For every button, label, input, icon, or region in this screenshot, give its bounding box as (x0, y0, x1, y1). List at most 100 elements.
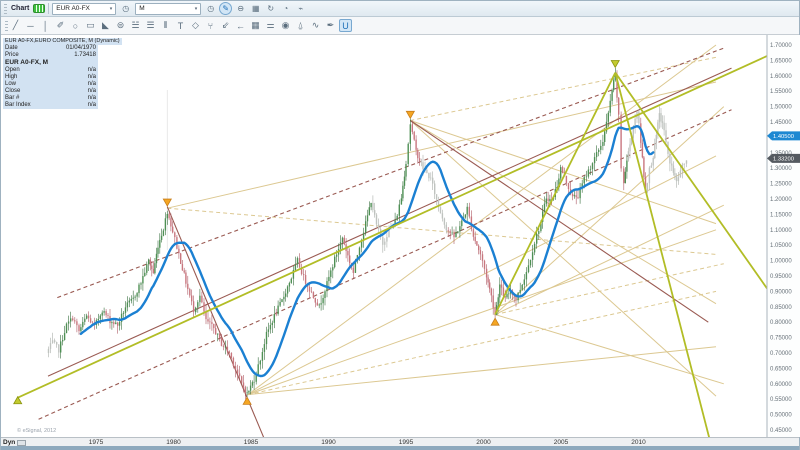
toolbar-drag-handle[interactable] (5, 21, 8, 31)
dyn-label: Dyn (3, 439, 15, 446)
wave-tool-icon[interactable]: ∿ (309, 19, 322, 32)
brush-tool-icon[interactable]: ◣ (99, 19, 112, 32)
panel-row: Date01/04/1970 (3, 45, 98, 52)
panel-row-label: Bar # (5, 95, 19, 102)
rect-tool-icon[interactable]: ▭ (84, 19, 97, 32)
chevron-down-icon: ▾ (110, 6, 113, 12)
drawing-toolbar: ╱─│✐○▭◣⊜☱☰⫴T◇⑂⇙←▦⚌◉⍙∿✒U (1, 17, 799, 35)
panel-row-value: n/a (88, 67, 96, 74)
pen-tool-icon[interactable]: ✐ (54, 19, 67, 32)
price-axis-label: 0.55000 (770, 397, 792, 403)
price-axis-label: 1.60000 (770, 74, 792, 80)
panel-row-value: 1.73418 (74, 52, 96, 59)
time-axis-label: 1990 (321, 439, 335, 446)
price-axis-label: 1.15000 (770, 212, 792, 218)
copyright-label: © eSignal, 2012 (17, 428, 56, 434)
ellipse-tool-icon[interactable]: ○ (69, 19, 82, 32)
interval-time-icon[interactable]: ◷ (204, 2, 217, 15)
panel-row: Bar Index n/a (3, 102, 98, 109)
price-axis-label: 1.05000 (770, 243, 792, 249)
remove-drawing-icon[interactable]: ⊖ (234, 2, 247, 15)
price-axis-label: 1.20000 (770, 197, 792, 203)
drawing-tools-group: ╱─│✐○▭◣⊜☱☰⫴T◇⑂⇙←▦⚌◉⍙∿✒U (9, 19, 352, 32)
symbol-combo[interactable]: EUR A0-FX ▾ (52, 3, 116, 15)
panel-row-label: Open (5, 67, 20, 74)
text-tool-icon[interactable]: T (174, 19, 187, 32)
fib-extension-tool-icon[interactable]: ☰ (144, 19, 157, 32)
channel-tool-icon[interactable]: ⚌ (264, 19, 277, 32)
panel-row-value: n/a (88, 74, 96, 81)
pin-tool-icon[interactable]: ✒ (324, 19, 337, 32)
panel-row-value: n/a (88, 95, 96, 102)
link-icon[interactable]: ⌁ (294, 2, 307, 15)
eye-tool-icon[interactable]: ◉ (279, 19, 292, 32)
price-axis-label: 1.55000 (770, 89, 792, 95)
line-tool-icon[interactable]: ╱ (9, 19, 22, 32)
time-axis-label: 1995 (399, 439, 413, 446)
axis-settings-icon[interactable] (17, 440, 26, 446)
panel-row-label: Date (5, 45, 18, 52)
panel-row-label: Low (5, 81, 16, 88)
regression-tool-icon[interactable]: ⇙ (219, 19, 232, 32)
price-axis-label: 1.10000 (770, 228, 792, 234)
window-title: Chart (10, 5, 30, 12)
toolbar-group-b: ◷✎⊖▦↻◔⌁ (204, 2, 307, 15)
chart-toolbar: Chart EUR A0-FX ▾ ◷ M ▾ ◷✎⊖▦↻◔⌁ (1, 1, 799, 17)
panel-row: Bar # n/a (3, 95, 98, 102)
price-axis-label: 1.70000 (770, 43, 792, 49)
grid-tool-icon[interactable]: ▦ (249, 19, 262, 32)
panel-row: Lown/a (3, 81, 98, 88)
panel-row-value: n/a (88, 102, 96, 109)
symbol-history-icon[interactable]: ◷ (119, 2, 132, 15)
fib-retracement-tool-icon[interactable]: ☱ (129, 19, 142, 32)
arrow-tool-icon[interactable]: ← (234, 19, 247, 32)
panel-row: Open n/a (3, 67, 98, 74)
cycle-lines-tool-icon[interactable]: ⫴ (159, 19, 172, 32)
price-axis-label: 0.60000 (770, 382, 792, 388)
price-axis-label: 0.80000 (770, 320, 792, 326)
fib-circle-tool-icon[interactable]: ⊜ (114, 19, 127, 32)
time-axis-label: 1985 (244, 439, 258, 446)
pitchfork-tool-icon[interactable]: ⑂ (204, 19, 217, 32)
toolbar-separator (48, 3, 49, 14)
chart-area: 1.700001.650001.600001.550001.500001.450… (1, 35, 799, 437)
underline-tool-icon[interactable]: U (339, 19, 352, 32)
panel-row: Price1.73418 (3, 52, 98, 59)
panel-row-label: High (5, 74, 17, 81)
panel-row-label: Bar Index (5, 102, 31, 109)
price-axis-label: 0.85000 (770, 305, 792, 311)
gann-tool-icon[interactable]: ⍙ (294, 19, 307, 32)
interval-combo[interactable]: M ▾ (135, 3, 201, 15)
refresh-icon[interactable]: ↻ (264, 2, 277, 15)
price-axis-label: 1.45000 (770, 120, 792, 126)
chart-window: Chart EUR A0-FX ▾ ◷ M ▾ ◷✎⊖▦↻◔⌁ ╱─│✐○▭◣⊜… (0, 0, 800, 450)
ma-value-tag-value: 1.40500 (773, 134, 794, 140)
panel-row-label: Close (5, 88, 20, 95)
price-axis-label: 1.65000 (770, 58, 792, 64)
time-axis: Dyn 19751980198519901995200020052010 (1, 437, 799, 446)
chart-title: EUR A0-FX,EURO COMPOSITE, M (Dynamic) (3, 38, 122, 45)
toolbar-drag-handle[interactable] (4, 4, 7, 14)
indicator-grid-icon[interactable]: ▦ (249, 2, 262, 15)
price-axis-label: 0.90000 (770, 289, 792, 295)
vline-tool-icon[interactable]: │ (39, 19, 52, 32)
window-bottom-edge (1, 446, 799, 450)
time-axis-label: 2005 (554, 439, 568, 446)
chart-live-icon (33, 4, 45, 13)
symbol-combo-value: EUR A0-FX (56, 5, 90, 12)
panel-row: Closen/a (3, 88, 98, 95)
last-price-tag-value: 1.33200 (773, 157, 794, 163)
time-axis-label: 2010 (631, 439, 645, 446)
draw-pencil-icon[interactable]: ✎ (219, 2, 232, 15)
price-axis-label: 0.75000 (770, 336, 792, 342)
price-axis-label: 1.00000 (770, 259, 792, 265)
price-axis-label: 1.25000 (770, 182, 792, 188)
dyn-mode-toggle[interactable]: Dyn (3, 438, 26, 447)
panel-symbol-label: EUR A0-FX, M (3, 59, 98, 67)
price-axis-label: 0.65000 (770, 366, 792, 372)
marker-tool-icon[interactable]: ◇ (189, 19, 202, 32)
hline-tool-icon[interactable]: ─ (24, 19, 37, 32)
clock-icon[interactable]: ◔ (279, 2, 292, 15)
time-axis-label: 1980 (166, 439, 180, 446)
data-panel: EUR A0-FX,EURO COMPOSITE, M (Dynamic) Da… (3, 38, 122, 109)
